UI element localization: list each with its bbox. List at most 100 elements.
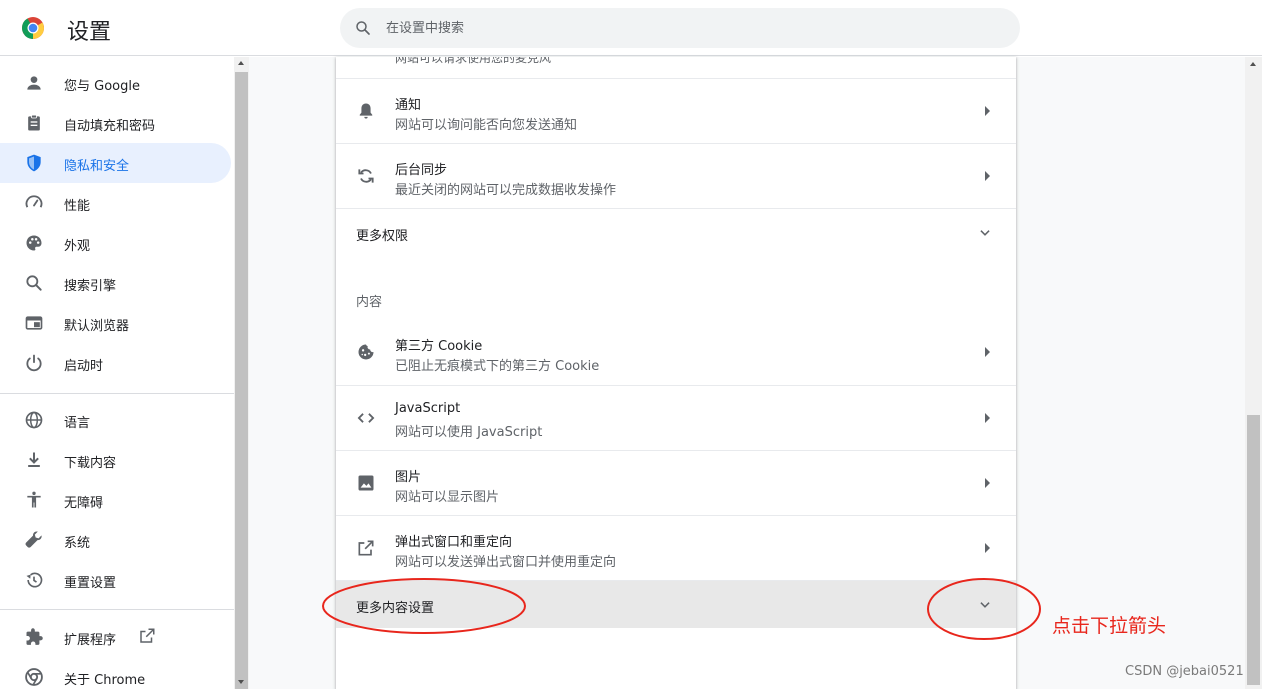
sidebar-item-label: 无障碍 <box>64 496 104 511</box>
sidebar-item-downloads[interactable]: 下载内容 <box>0 440 231 480</box>
open-in-new-icon <box>140 628 155 643</box>
row-subtitle: 网站可以使用 JavaScript <box>395 425 543 440</box>
page-scrollbar[interactable] <box>1245 57 1262 689</box>
sidebar-item-accessibility[interactable]: 无障碍 <box>0 480 231 520</box>
search-input[interactable] <box>386 8 986 48</box>
top-bar: 设置 <box>0 0 1262 56</box>
download-icon <box>28 452 40 467</box>
content-row-third-party-cookies[interactable]: 第三方 Cookie 已阻止无痕模式下的第三方 Cookie <box>336 320 1016 385</box>
row-title: 图片 <box>395 470 422 485</box>
sidebar-item-languages[interactable]: 语言 <box>0 400 231 440</box>
sync-icon <box>358 169 374 183</box>
row-subtitle: 网站可以显示图片 <box>395 490 500 505</box>
more-content-settings-expander[interactable]: 更多内容设置 <box>336 580 1016 628</box>
sidebar-item-default-browser[interactable]: 默认浏览器 <box>0 303 231 343</box>
scrollbar-thumb[interactable] <box>1247 415 1260 685</box>
globe-icon <box>25 411 43 429</box>
row-title: 通知 <box>395 98 422 113</box>
arrow-right-icon <box>985 171 990 181</box>
sidebar-item-label: 下载内容 <box>64 456 117 471</box>
permission-row-background-sync[interactable]: 后台同步 最近关闭的网站可以完成数据收发操作 <box>336 143 1016 208</box>
content-row-images[interactable]: 图片 网站可以显示图片 <box>336 450 1016 515</box>
accessibility-icon <box>27 491 41 508</box>
wrench-icon <box>25 531 42 548</box>
arrow-right-icon <box>985 413 990 423</box>
sidebar-item-label: 系统 <box>64 536 91 551</box>
sidebar-item-label: 自动填充和密码 <box>64 119 156 134</box>
chrome-icon <box>25 668 43 686</box>
sidebar-item-about-chrome[interactable]: 关于 Chrome <box>0 657 231 689</box>
sidebar-item-system[interactable]: 系统 <box>0 520 231 560</box>
permission-row-notifications[interactable]: 通知 网站可以询问能否向您发送通知 <box>336 78 1016 143</box>
search-bar[interactable] <box>340 8 1020 48</box>
palette-icon <box>26 235 42 251</box>
sidebar-item-label: 外观 <box>64 239 91 254</box>
search-icon <box>26 275 42 291</box>
row-title: 后台同步 <box>395 163 448 178</box>
watermark: CSDN @jebai0521 <box>1125 664 1244 679</box>
sidebar-item-on-startup[interactable]: 启动时 <box>0 343 231 383</box>
sidebar-item-label: 搜索引擎 <box>64 279 117 294</box>
sidebar-item-reset[interactable]: 重置设置 <box>0 560 231 600</box>
sidebar-item-appearance[interactable]: 外观 <box>0 223 231 263</box>
power-icon <box>26 354 42 372</box>
row-title: JavaScript <box>395 401 461 416</box>
cookie-icon <box>358 344 374 360</box>
sidebar-item-you-and-google[interactable]: 您与 Google <box>0 63 231 103</box>
row-title: 弹出式窗口和重定向 <box>395 535 513 550</box>
sidebar-divider <box>0 609 234 610</box>
sidebar-item-privacy[interactable]: 隐私和安全 <box>0 143 231 183</box>
browser-window-icon <box>25 316 43 330</box>
sidebar-item-label: 重置设置 <box>64 576 117 591</box>
speedometer-icon <box>25 195 43 208</box>
bell-icon <box>359 103 373 119</box>
scroll-down-arrow-icon[interactable] <box>238 680 244 684</box>
puzzle-icon <box>26 628 43 645</box>
sidebar-item-label: 语言 <box>64 416 91 431</box>
scrollbar-thumb[interactable] <box>235 72 248 689</box>
section-title-content: 内容 <box>356 295 383 310</box>
sidebar-item-label: 启动时 <box>64 359 104 374</box>
sidebar-item-extensions[interactable]: 扩展程序 <box>0 617 231 657</box>
code-icon <box>357 413 375 423</box>
arrow-right-icon <box>985 478 990 488</box>
sidebar-item-autofill[interactable]: 自动填充和密码 <box>0 103 231 143</box>
content-row-popups[interactable]: 弹出式窗口和重定向 网站可以发送弹出式窗口并使用重定向 <box>336 515 1016 580</box>
search-icon <box>356 21 370 35</box>
page-title: 设置 <box>67 20 112 45</box>
sidebar: 您与 Google 自动填充和密码 隐私和安全 性能 外观 搜索引擎 默认浏览器… <box>0 57 234 689</box>
open-in-new-icon <box>358 540 374 556</box>
chevron-down-icon[interactable] <box>978 226 992 240</box>
expander-label: 更多内容设置 <box>356 601 435 616</box>
content-row-javascript[interactable]: JavaScript 网站可以使用 JavaScript <box>336 385 1016 450</box>
arrow-right-icon <box>985 106 990 116</box>
row-subtitle: 网站可以发送弹出式窗口并使用重定向 <box>395 555 617 570</box>
chevron-down-icon[interactable] <box>978 598 992 612</box>
annotation-label: 点击下拉箭头 <box>1052 615 1167 637</box>
sidebar-item-label: 默认浏览器 <box>64 319 130 334</box>
clipboard-icon <box>28 114 40 131</box>
image-icon <box>358 475 374 491</box>
chrome-logo-icon <box>22 17 44 39</box>
sidebar-item-label: 您与 Google <box>64 79 140 94</box>
sidebar-item-label: 性能 <box>64 199 91 214</box>
row-title: 第三方 Cookie <box>395 339 483 354</box>
sidebar-divider <box>0 393 234 394</box>
expander-label: 更多权限 <box>356 229 409 244</box>
person-icon <box>27 76 41 90</box>
sidebar-item-performance[interactable]: 性能 <box>0 183 231 223</box>
scroll-up-arrow-icon[interactable] <box>238 61 244 65</box>
cut-off-subtitle: 网站可以请求使用您的麦克风 <box>395 57 552 65</box>
sidebar-item-label: 关于 Chrome <box>64 673 146 688</box>
sidebar-item-label: 隐私和安全 <box>64 159 130 174</box>
arrow-right-icon <box>985 543 990 553</box>
arrow-right-icon <box>985 347 990 357</box>
sidebar-item-search-engine[interactable]: 搜索引擎 <box>0 263 231 303</box>
row-subtitle: 最近关闭的网站可以完成数据收发操作 <box>395 183 617 198</box>
more-permissions-expander[interactable]: 更多权限 <box>336 208 1016 256</box>
row-subtitle: 网站可以询问能否向您发送通知 <box>395 118 578 133</box>
history-icon <box>26 572 43 588</box>
shield-icon <box>27 154 41 172</box>
scroll-up-arrow-icon[interactable] <box>1250 62 1256 66</box>
sidebar-scrollbar[interactable] <box>234 57 249 689</box>
